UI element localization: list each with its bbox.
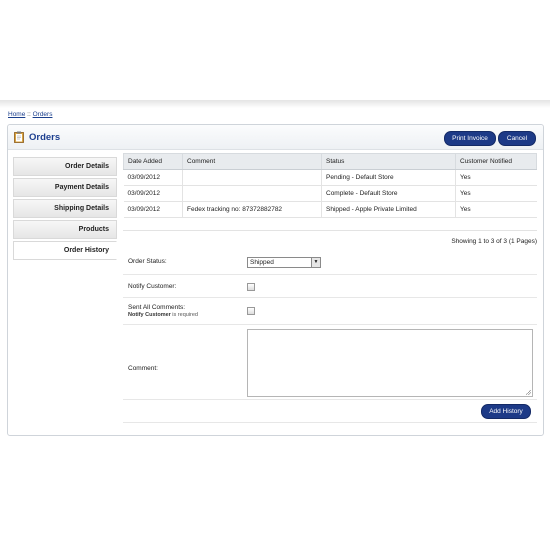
cell-date: 03/09/2012 — [123, 201, 183, 218]
clipboard-icon — [14, 131, 24, 143]
add-history-button[interactable]: Add History — [481, 404, 531, 419]
order-status-value: Shipped — [250, 259, 274, 266]
print-invoice-button[interactable]: Print Invoice — [444, 131, 496, 146]
notify-customer-checkbox[interactable] — [247, 283, 255, 291]
cell-comment — [182, 185, 322, 202]
send-all-comments-row: Sent All Comments: Notify Customer is re… — [123, 298, 537, 325]
notify-customer-row: Notify Customer: — [123, 275, 537, 298]
cell-notified: Yes — [455, 201, 537, 218]
order-status-select[interactable]: Shipped ▼ — [247, 257, 321, 268]
cell-date: 03/09/2012 — [123, 185, 183, 202]
comment-row: Comment: — [123, 325, 537, 400]
cell-status: Complete - Default Store — [321, 185, 456, 202]
divider — [123, 230, 537, 231]
order-status-label: Order Status: — [128, 258, 167, 265]
note-notify-customer: Notify Customer — [128, 312, 171, 318]
table-row: 03/09/2012 Complete - Default Store Yes — [123, 185, 537, 202]
cell-date: 03/09/2012 — [123, 169, 183, 186]
send-all-comments-checkbox[interactable] — [247, 307, 255, 315]
breadcrumb-orders[interactable]: Orders — [33, 111, 53, 118]
dropdown-arrow-icon[interactable]: ▼ — [311, 258, 320, 267]
order-history-content: Date Added Comment Status Customer Notif… — [123, 153, 537, 423]
cancel-button[interactable]: Cancel — [498, 131, 536, 146]
page-title: Orders — [29, 132, 61, 143]
table-row: 03/09/2012 Fedex tracking no: 8737288278… — [123, 201, 537, 218]
order-tabs: Order Details Payment Details Shipping D… — [13, 157, 117, 262]
tab-order-history[interactable]: Order History — [13, 241, 117, 260]
table-row: 03/09/2012 Pending - Default Store Yes — [123, 169, 537, 186]
panel-header: Orders Print Invoice Cancel — [8, 125, 543, 150]
cell-comment: Fedex tracking no: 87372882782 — [182, 201, 322, 218]
table-header-row: Date Added Comment Status Customer Notif… — [123, 153, 537, 170]
cell-notified: Yes — [455, 169, 537, 186]
history-table: Date Added Comment Status Customer Notif… — [123, 153, 537, 218]
pagination-text: Showing 1 to 3 of 3 (1 Pages) — [451, 238, 537, 245]
breadcrumb-home[interactable]: Home — [8, 111, 25, 118]
cell-notified: Yes — [455, 185, 537, 202]
notify-customer-label: Notify Customer: — [128, 283, 177, 290]
send-all-comments-label: Sent All Comments: — [128, 304, 186, 311]
top-shade — [0, 100, 550, 108]
resize-grip-icon[interactable] — [526, 390, 531, 395]
orders-panel: Orders Print Invoice Cancel Order Detail… — [7, 124, 544, 436]
add-history-row: Add History — [123, 400, 537, 423]
comment-textarea[interactable] — [247, 329, 533, 397]
order-status-row: Order Status: Shipped ▼ — [123, 252, 537, 275]
cell-status: Shipped - Apple Private Limited — [321, 201, 456, 218]
cell-status: Pending - Default Store — [321, 169, 456, 186]
breadcrumb: Home :: Orders — [8, 111, 52, 118]
tab-shipping-details[interactable]: Shipping Details — [13, 199, 117, 218]
note-required: is required — [170, 312, 198, 318]
tab-products[interactable]: Products — [13, 220, 117, 239]
column-status: Status — [321, 153, 456, 170]
send-all-comments-note: Notify Customer is required — [128, 312, 198, 318]
column-customer-notified: Customer Notified — [455, 153, 537, 170]
column-comment: Comment — [182, 153, 322, 170]
breadcrumb-separator: :: — [27, 111, 31, 118]
cell-comment — [182, 169, 322, 186]
comment-label: Comment: — [128, 365, 158, 372]
tab-order-details[interactable]: Order Details — [13, 157, 117, 176]
tab-payment-details[interactable]: Payment Details — [13, 178, 117, 197]
column-date-added: Date Added — [123, 153, 183, 170]
